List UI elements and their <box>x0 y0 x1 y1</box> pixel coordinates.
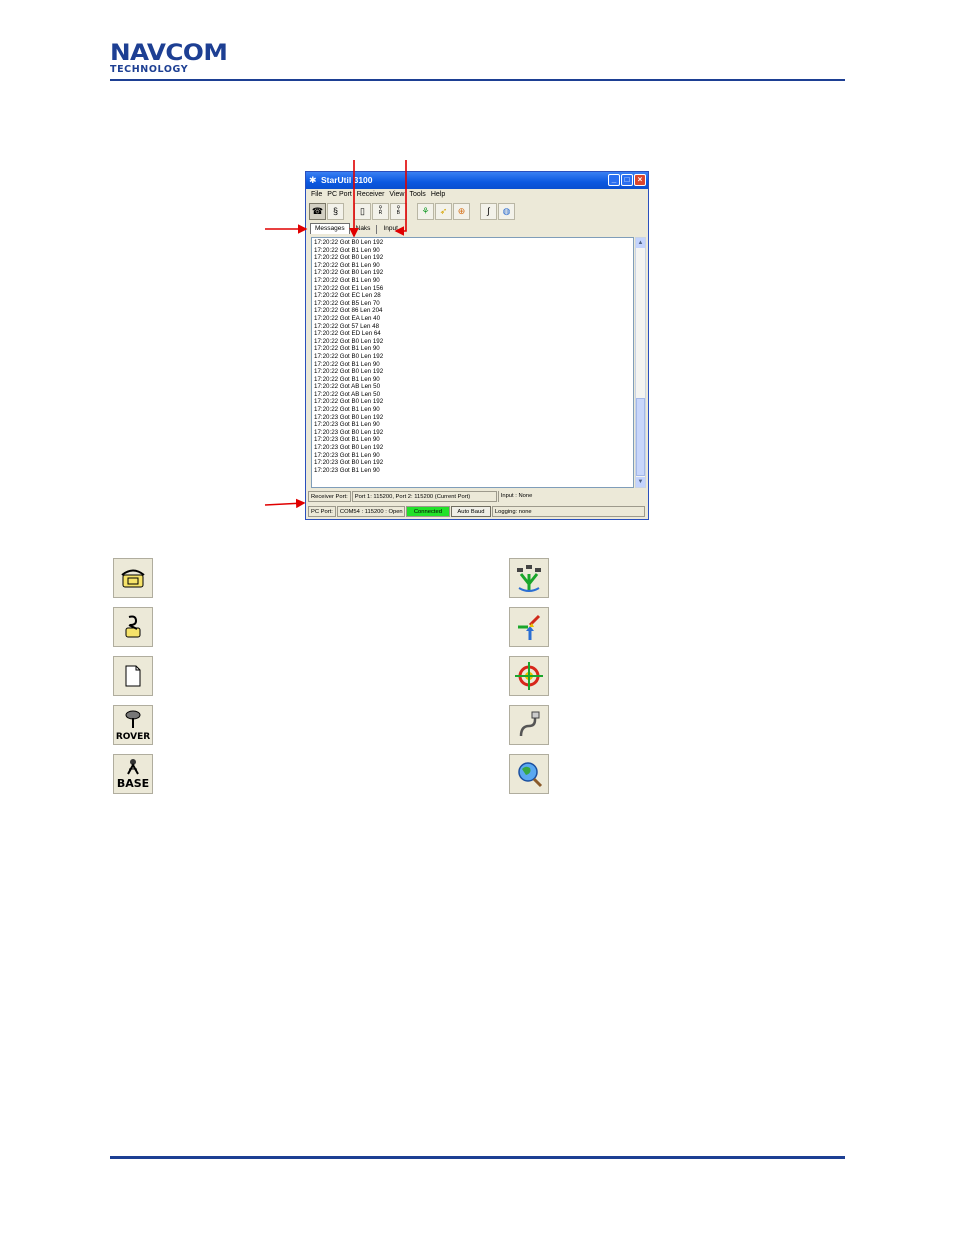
phone-disconnect-icon <box>113 607 153 647</box>
rover-icon: ROVER <box>113 705 153 745</box>
arrow-input <box>394 160 407 236</box>
merge-arrows-icon <box>509 607 549 647</box>
scroll-down-icon[interactable]: ▼ <box>636 477 645 487</box>
target-icon[interactable]: ⊕ <box>453 202 470 220</box>
annotation-arrows <box>264 160 407 509</box>
logging-status: Logging: none <box>491 506 645 517</box>
footer-rule <box>110 1156 845 1159</box>
arrow-status-bar <box>264 498 306 509</box>
scroll-up-icon[interactable]: ▲ <box>636 238 645 248</box>
minimize-button[interactable]: _ <box>608 174 620 186</box>
input-status: Input : None <box>497 491 645 502</box>
merge-arrows-icon[interactable]: ➶ <box>435 202 452 220</box>
phone-connect-icon <box>113 558 153 598</box>
logo-sub-text: TECHNOLOGY <box>110 64 189 75</box>
globe-search-icon[interactable]: ◍ <box>498 202 515 220</box>
network-icon <box>509 558 549 598</box>
plug-icon <box>509 705 549 745</box>
globe-search-icon <box>509 754 549 794</box>
menu-help[interactable]: Help <box>431 191 445 198</box>
header-rule <box>110 79 845 81</box>
new-document-icon <box>113 656 153 696</box>
vertical-scrollbar[interactable]: ▲ ▼ <box>635 237 646 488</box>
navcom-logo: NAVCOM TECHNOLOGY <box>110 43 234 75</box>
scroll-thumb[interactable] <box>636 398 645 476</box>
close-button[interactable]: × <box>634 174 646 186</box>
rover-label: ROVER <box>116 732 150 742</box>
auto-baud-button[interactable]: Auto Baud <box>450 506 491 517</box>
logo-main-text: NAVCOM <box>110 41 228 66</box>
target-icon <box>509 656 549 696</box>
base-label: BASE <box>117 777 149 790</box>
maximize-button[interactable]: □ <box>621 174 633 186</box>
base-icon: BASE <box>113 754 153 794</box>
plug-icon[interactable]: ∫ <box>480 202 497 220</box>
